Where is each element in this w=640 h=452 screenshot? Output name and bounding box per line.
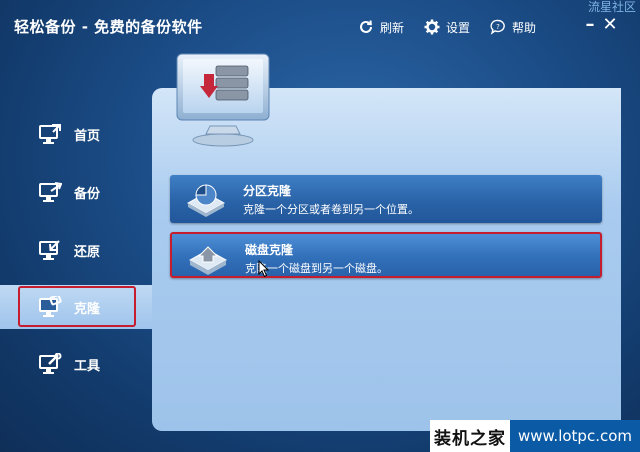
option-title: 磁盘克隆 <box>245 243 294 257</box>
partition-clone-icon <box>186 184 226 217</box>
option-title: 分区克隆 <box>243 184 292 198</box>
refresh-button[interactable]: 刷新 <box>358 17 404 37</box>
title-bar: 轻松备份 - 免费的备份软件 流星社区 刷新 设置 ? 帮助 – ✕ <box>0 0 640 52</box>
corner-watermark: 流星社区 <box>587 0 636 14</box>
svg-text:?: ? <box>496 23 500 31</box>
close-button[interactable]: ✕ <box>600 14 620 36</box>
restore-icon <box>39 240 60 260</box>
settings-button[interactable]: 设置 <box>424 17 470 37</box>
sidebar-selection-marker <box>18 286 136 327</box>
backup-icon <box>39 182 62 202</box>
sidebar-item-label: 工具 <box>74 358 101 374</box>
mouse-cursor-icon <box>258 260 270 278</box>
help-button[interactable]: ? 帮助 <box>490 17 536 37</box>
partition-clone-option[interactable]: 分区克隆 克隆一个分区或者卷到另一个位置。 <box>170 175 602 223</box>
disk-clone-option[interactable]: 磁盘克隆 克隆一个磁盘到另一个磁盘。 <box>170 232 602 278</box>
tools-icon <box>39 353 62 374</box>
help-icon: ? <box>490 19 505 35</box>
sidebar-item-home[interactable]: 首页 <box>38 120 100 148</box>
app-window: 轻松备份 - 免费的备份软件 流星社区 刷新 设置 ? 帮助 – ✕ 首页 备份… <box>0 0 640 452</box>
sidebar-item-label: 还原 <box>74 244 101 260</box>
app-title: 轻松备份 - 免费的备份软件 <box>14 18 203 36</box>
clone-monitor-icon <box>176 53 270 147</box>
refresh-label: 刷新 <box>380 20 405 35</box>
refresh-icon <box>360 20 372 33</box>
sidebar-item-label: 备份 <box>74 186 101 202</box>
watermark-left-text: 装机之家 <box>430 420 510 452</box>
sidebar-item-backup[interactable]: 备份 <box>38 178 100 206</box>
sidebar-item-restore[interactable]: 还原 <box>38 236 100 264</box>
option-description: 克隆一个分区或者卷到另一个位置。 <box>243 203 419 216</box>
site-watermark: 装机之家 www.lotpc.com <box>430 420 640 452</box>
help-label: 帮助 <box>512 20 537 35</box>
settings-label: 设置 <box>446 20 471 35</box>
gear-icon <box>424 19 440 35</box>
watermark-url: www.lotpc.com <box>510 420 640 452</box>
disk-clone-icon <box>188 246 228 275</box>
home-icon <box>39 124 61 144</box>
minimize-button[interactable]: – <box>580 14 600 36</box>
sidebar-item-tools[interactable]: 工具 <box>38 350 100 378</box>
sidebar-item-label: 首页 <box>74 128 101 144</box>
